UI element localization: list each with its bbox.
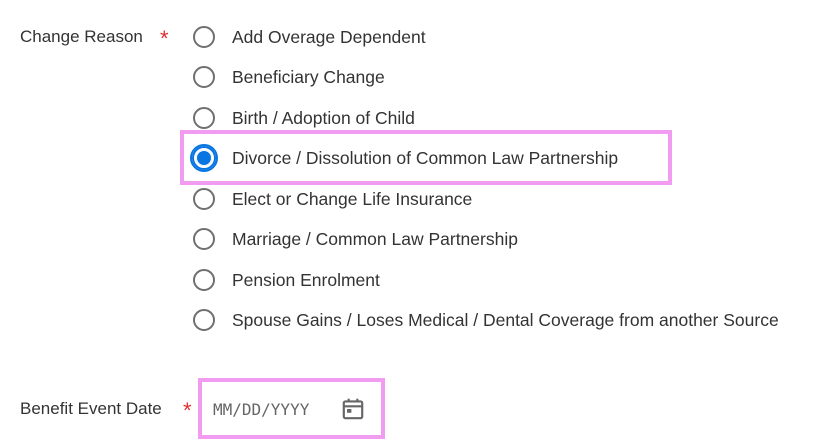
radio-button[interactable]: [193, 228, 215, 250]
radio-option-elect-change-life-insurance[interactable]: Elect or Change Life Insurance: [193, 184, 472, 214]
radio-button-selected[interactable]: [190, 144, 218, 172]
radio-button[interactable]: [193, 26, 215, 48]
radio-option-label: Marriage / Common Law Partnership: [232, 228, 518, 249]
radio-option-label: Elect or Change Life Insurance: [232, 188, 473, 209]
radio-option-label: Add Overage Dependent: [232, 26, 426, 47]
change-reason-required-marker: *: [160, 26, 169, 51]
radio-option-beneficiary-change[interactable]: Beneficiary Change: [193, 62, 385, 92]
radio-option-add-overage-dependent[interactable]: Add Overage Dependent: [193, 22, 426, 52]
radio-option-spouse-gains-loses-coverage[interactable]: Spouse Gains / Loses Medical / Dental Co…: [193, 305, 779, 335]
calendar-icon[interactable]: [340, 396, 366, 422]
radio-option-label: Pension Enrolment: [232, 269, 380, 290]
radio-option-divorce-dissolution[interactable]: Divorce / Dissolution of Common Law Part…: [190, 143, 619, 173]
radio-button[interactable]: [193, 269, 215, 291]
change-reason-label: Change Reason: [20, 27, 143, 46]
radio-option-marriage-common-law[interactable]: Marriage / Common Law Partnership: [193, 224, 518, 254]
radio-option-label: Spouse Gains / Loses Medical / Dental Co…: [232, 309, 779, 330]
radio-option-label: Divorce / Dissolution of Common Law Part…: [232, 147, 619, 168]
radio-inner-ring: [194, 148, 214, 168]
radio-button[interactable]: [193, 309, 215, 331]
radio-button[interactable]: [193, 66, 215, 88]
radio-button[interactable]: [193, 107, 215, 129]
benefit-change-form: Change Reason * Add Overage Dependent Be…: [0, 0, 823, 444]
radio-option-label: Beneficiary Change: [232, 66, 385, 87]
benefit-event-date-required-marker: *: [183, 398, 192, 423]
radio-option-birth-adoption[interactable]: Birth / Adoption of Child: [193, 103, 415, 133]
radio-option-pension-enrolment[interactable]: Pension Enrolment: [193, 265, 380, 295]
benefit-event-date-label: Benefit Event Date: [20, 399, 162, 418]
radio-option-label: Birth / Adoption of Child: [232, 107, 415, 128]
radio-button[interactable]: [193, 188, 215, 210]
